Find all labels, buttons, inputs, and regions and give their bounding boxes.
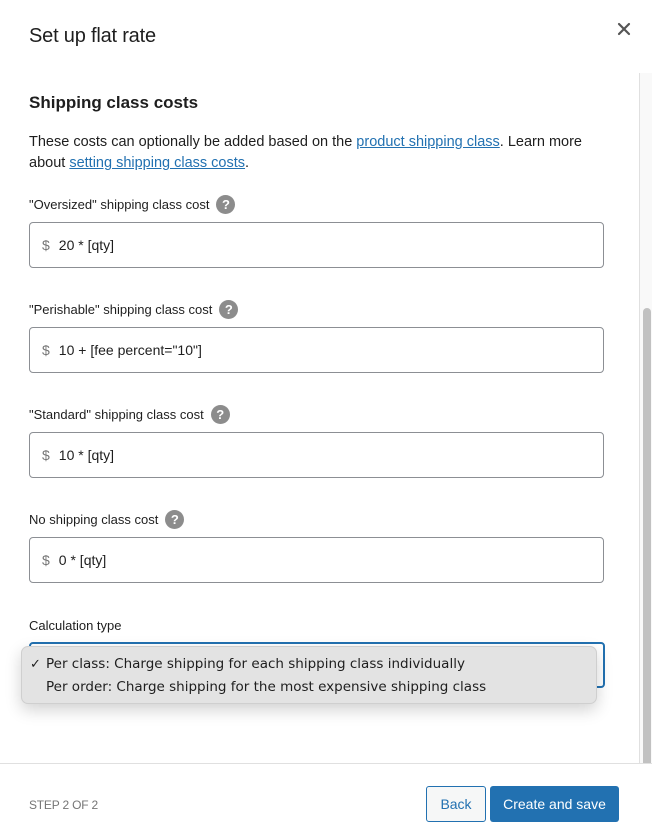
perishable-cost-field: "Perishable" shipping class cost ? $ <box>29 298 604 373</box>
field-label-text: No shipping class cost <box>29 511 159 527</box>
option-label: Per order: Charge shipping for the most … <box>46 679 487 695</box>
checkmark-icon: ✓ <box>30 657 41 672</box>
help-icon[interactable]: ? <box>210 404 230 424</box>
step-indicator: STEP 2 OF 2 <box>29 798 98 812</box>
perishable-cost-input[interactable] <box>58 342 603 358</box>
currency-prefix: $ <box>42 342 50 358</box>
option-label: Per class: Charge shipping for each ship… <box>46 656 465 672</box>
calculation-type-dropdown: ✓ Per class: Charge shipping for each sh… <box>21 646 597 704</box>
option-per-order[interactable]: Per order: Charge shipping for the most … <box>22 676 596 699</box>
scrollbar-thumb[interactable] <box>643 308 651 763</box>
help-icon[interactable]: ? <box>219 299 239 319</box>
currency-prefix: $ <box>42 552 50 568</box>
perishable-cost-input-box[interactable]: $ <box>29 327 604 373</box>
field-label-text: "Standard" shipping class cost <box>29 406 204 422</box>
calculation-type-label: Calculation type <box>29 618 122 633</box>
currency-prefix: $ <box>42 447 50 463</box>
back-button[interactable]: Back <box>426 786 486 822</box>
modal-title: Set up flat rate <box>29 25 156 47</box>
help-icon[interactable]: ? <box>216 194 236 214</box>
close-icon <box>617 22 631 36</box>
field-label: "Standard" shipping class cost ? <box>29 403 604 425</box>
standard-cost-input[interactable] <box>58 447 603 463</box>
product-shipping-class-link[interactable]: product shipping class <box>356 134 499 150</box>
help-icon[interactable]: ? <box>165 509 185 529</box>
oversized-cost-input[interactable] <box>58 237 603 253</box>
field-label-text: "Perishable" shipping class cost <box>29 301 213 317</box>
no-class-cost-input[interactable] <box>58 552 603 568</box>
section-description: These costs can optionally be added base… <box>29 132 619 174</box>
standard-cost-input-box[interactable]: $ <box>29 432 604 478</box>
standard-cost-field: "Standard" shipping class cost ? $ <box>29 403 604 478</box>
close-button[interactable] <box>612 17 636 41</box>
modal-body: Shipping class costs These costs can opt… <box>0 73 652 763</box>
field-label: "Oversized" shipping class cost ? <box>29 193 604 215</box>
description-text: . <box>245 155 250 171</box>
modal-footer: STEP 2 OF 2 Back Create and save <box>0 763 652 840</box>
field-label: "Perishable" shipping class cost ? <box>29 298 604 320</box>
field-label-text: "Oversized" shipping class cost <box>29 196 210 212</box>
option-per-class[interactable]: ✓ Per class: Charge shipping for each sh… <box>22 653 596 676</box>
section-title: Shipping class costs <box>29 93 199 112</box>
currency-prefix: $ <box>42 237 50 253</box>
modal-header: Set up flat rate <box>0 0 652 73</box>
no-class-cost-field: No shipping class cost ? $ <box>29 508 604 583</box>
description-text: These costs can optionally be added base… <box>29 134 357 150</box>
oversized-cost-input-box[interactable]: $ <box>29 222 604 268</box>
scrollbar[interactable] <box>639 73 652 763</box>
no-class-cost-input-box[interactable]: $ <box>29 537 604 583</box>
setting-shipping-class-costs-link[interactable]: setting shipping class costs <box>69 155 245 171</box>
oversized-cost-field: "Oversized" shipping class cost ? $ <box>29 193 604 268</box>
field-label: No shipping class cost ? <box>29 508 604 530</box>
create-and-save-button[interactable]: Create and save <box>490 786 619 822</box>
